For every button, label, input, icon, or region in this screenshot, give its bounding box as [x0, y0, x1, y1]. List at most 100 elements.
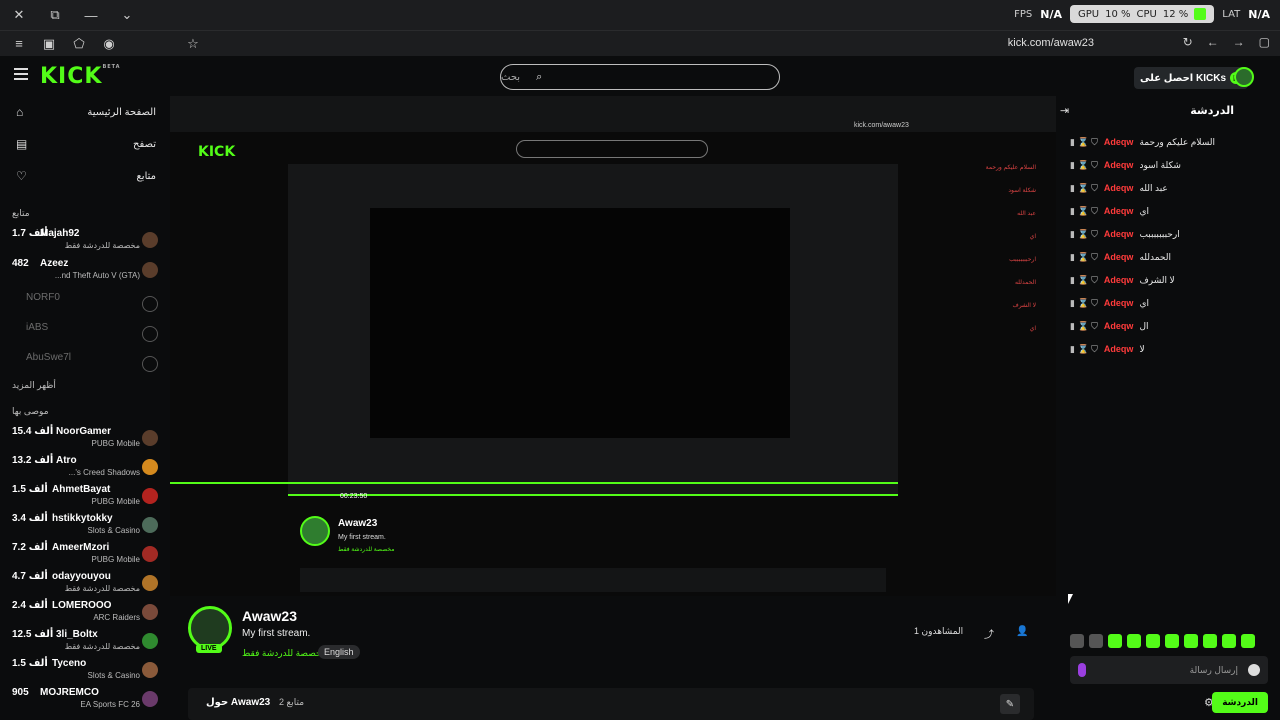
channel-item[interactable]: 3.4 ألف hstikkytokky Slots & Casino	[0, 513, 170, 541]
channel-item[interactable]: iABS	[0, 322, 170, 350]
chat-send-button[interactable]: الدردشة	[1212, 692, 1268, 713]
chat-text: الحمدلله	[1139, 251, 1171, 262]
chat-username[interactable]: Adeqw	[1104, 275, 1134, 285]
avatar	[142, 459, 158, 475]
menu-icon[interactable]: ≡	[10, 35, 28, 53]
account-icon[interactable]: ◉	[100, 35, 118, 53]
channel-item[interactable]: 2.4 ألف LOMEROOO ARC Raiders	[0, 600, 170, 628]
search-icon: ⌕	[536, 70, 543, 83]
emote-icon[interactable]	[1070, 634, 1084, 648]
channel-item[interactable]: 7.2 ألف AmeerMzori PUBG Mobile	[0, 542, 170, 570]
streamer-name[interactable]: Awaw23	[242, 608, 297, 624]
channel-item[interactable]: 1.5 ألف AhmetBayat PUBG Mobile	[0, 484, 170, 512]
sidebar-item-following[interactable]: ♡ متابع	[0, 164, 170, 188]
chat-text: ال	[1139, 320, 1149, 331]
address-bar[interactable]: kick.com/awaw23	[1008, 37, 1094, 49]
back-icon[interactable]: ←	[1207, 35, 1219, 49]
channel-item[interactable]: 482 Azeez ...nd Theft Auto V (GTA)	[0, 258, 170, 286]
channel-item[interactable]: 13.2 ألف Atro ...'s Creed Shadows	[0, 455, 170, 483]
chat-username[interactable]: Adeqw	[1104, 137, 1134, 147]
mic-icon[interactable]	[1078, 663, 1086, 677]
nested-chat-line: السلام عليكم ورحمة	[985, 165, 1036, 171]
emote-icon[interactable]	[1203, 634, 1217, 648]
emote-icon[interactable]	[1146, 634, 1160, 648]
chat-username[interactable]: Adeqw	[1104, 321, 1134, 331]
search-input[interactable]: ⌕ بحث	[500, 64, 780, 90]
get-kicks-button[interactable]: احصل على KICKs K	[1134, 67, 1249, 89]
channel-name: 3li_Boltx	[56, 629, 98, 640]
viewer-count: 7.2 ألف	[12, 542, 48, 553]
window-icon[interactable]: ▢	[1259, 35, 1270, 49]
nested-chat-line: الحمدلله	[1014, 280, 1036, 286]
nested-progress-bar	[170, 482, 898, 484]
chat-username[interactable]: Adeqw	[1104, 183, 1134, 193]
chat-username[interactable]: Adeqw	[1104, 229, 1134, 239]
follower-count: 2 متابع	[279, 697, 305, 707]
emote-icon[interactable]	[1127, 634, 1141, 648]
channel-name: NORF0	[26, 292, 60, 303]
forward-icon[interactable]: →	[1233, 35, 1245, 49]
nested-streamer-name: Awaw23	[338, 518, 378, 529]
channel-item[interactable]: 12.5 ألف 3li_Boltx مخصصة للدردشة فقط	[0, 629, 170, 657]
avatar	[142, 326, 158, 342]
emote-icon[interactable]	[1222, 634, 1236, 648]
bookmark-star-icon[interactable]: ☆	[184, 35, 202, 53]
channel-item[interactable]: 4.7 ألف odayyouyou مخصصة للدردشة فقط	[0, 571, 170, 599]
emote-icon[interactable]	[1089, 634, 1103, 648]
channel-item[interactable]: 1.7 ألف Majah92 مخصصة للدردشة فقط	[0, 228, 170, 256]
show-more-link[interactable]: أظهر المزيد	[12, 380, 56, 391]
chat-username[interactable]: Adeqw	[1104, 298, 1134, 308]
kick-logo[interactable]: KICKBETA	[40, 64, 121, 89]
about-title: حول Awaw23 2 متابع	[206, 697, 304, 708]
minimize-icon[interactable]: —	[82, 6, 100, 24]
channel-item[interactable]: NORF0	[0, 292, 170, 320]
about-section: حول Awaw23 2 متابع ✎	[188, 688, 1034, 720]
viewer-count: 13.2 ألف	[12, 455, 54, 466]
nested-stream-category: مخصصة للدردشة فقط	[338, 547, 395, 553]
viewer-count: 4.7 ألف	[12, 571, 48, 582]
follow-icon[interactable]: 👤	[1016, 626, 1028, 637]
video-player[interactable]: kick.com/awaw23 KICK 00:23:50 السلام علي…	[170, 96, 1056, 596]
channel-name: AbuSwe7l	[26, 352, 72, 363]
extensions-icon[interactable]: ⬠	[70, 35, 88, 53]
sidebar-item-browse[interactable]: ▤ تصفح	[0, 132, 170, 156]
nested-chat-line: لا الشرف	[1012, 303, 1036, 309]
reload-icon[interactable]: ↻	[1183, 35, 1193, 49]
nested-time: 00:23:50	[340, 493, 368, 500]
emote-icon[interactable]	[1108, 634, 1122, 648]
emote-icon[interactable]	[1184, 634, 1198, 648]
chat-username[interactable]: Adeqw	[1104, 252, 1134, 262]
chat-username[interactable]: Adeqw	[1104, 160, 1134, 170]
following-heading: متابع	[12, 208, 30, 218]
emote-icon[interactable]	[1241, 634, 1255, 648]
edit-icon[interactable]: ✎	[1000, 694, 1020, 714]
browse-icon: ▤	[16, 137, 28, 151]
hamburger-icon[interactable]	[14, 68, 28, 80]
channel-item[interactable]: AbuSwe7l	[0, 352, 170, 380]
channel-item[interactable]: 1.5 ألف Tyceno Slots & Casino	[0, 658, 170, 686]
channel-category: EA Sports FC 26	[80, 700, 140, 709]
language-tag[interactable]: English	[318, 645, 360, 659]
chat-message: ▮ ⌛ ⛉ Adeqw اي	[1070, 203, 1270, 219]
sidebar-item-label: تصفح	[133, 138, 156, 150]
sidebar-item-home[interactable]: ⌂ الصفحة الرئيسية	[0, 100, 170, 124]
channel-category: مخصصة للدردشة فقط	[64, 241, 140, 250]
collapse-icon[interactable]: ⇥	[1060, 104, 1069, 117]
stream-category[interactable]: مخصصة للدردشة فقط	[242, 648, 327, 659]
chat-username[interactable]: Adeqw	[1104, 206, 1134, 216]
channel-name: Majah92	[40, 228, 80, 239]
emote-icon[interactable]	[1165, 634, 1179, 648]
share-icon[interactable]: ⤴	[984, 626, 994, 641]
emoji-icon[interactable]	[1248, 664, 1260, 676]
app-header: KICKBETA ⌕ بحث احصل على KICKs K	[0, 56, 1280, 96]
channel-category: PUBG Mobile	[91, 555, 140, 564]
chat-username[interactable]: Adeqw	[1104, 344, 1134, 354]
channel-item[interactable]: 15.4 ألف NoorGamer PUBG Mobile	[0, 426, 170, 454]
avatar[interactable]	[1234, 67, 1254, 87]
tabs-icon[interactable]: ▣	[40, 35, 58, 53]
restore-icon[interactable]: ⧉	[46, 6, 64, 24]
channel-item[interactable]: 905 MOJREMCO EA Sports FC 26	[0, 687, 170, 715]
close-icon[interactable]: ✕	[10, 6, 28, 24]
chevron-down-icon[interactable]: ⌄	[118, 6, 136, 24]
chat-input[interactable]: إرسال رسالة	[1070, 656, 1268, 684]
